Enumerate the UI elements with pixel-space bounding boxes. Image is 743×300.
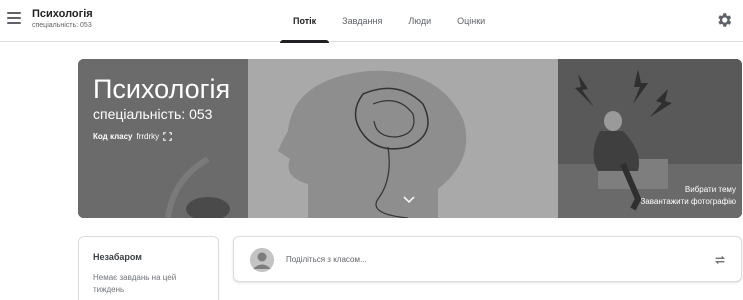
share-placeholder[interactable]: Поділіться з класом... — [286, 255, 367, 264]
tab-people[interactable]: Люди — [395, 0, 444, 42]
course-title: Психологія — [32, 8, 93, 20]
top-app-bar: Психологія спеціальність: 053 Потік Завд… — [0, 0, 743, 43]
tab-grades[interactable]: Оцінки — [444, 0, 498, 42]
banner-title: Психологія — [93, 74, 231, 104]
tab-bar: Потік Завдання Люди Оцінки — [280, 0, 498, 43]
share-with-class-box[interactable]: Поділіться з класом... — [233, 236, 742, 282]
class-code-label: Код класу — [93, 132, 133, 141]
avatar — [250, 248, 274, 272]
upcoming-empty-text: Немає завдань на цей тиждень — [93, 273, 177, 294]
repost-icon[interactable] — [713, 253, 727, 267]
chevron-down-icon[interactable] — [403, 196, 415, 204]
upcoming-card: Незабаром Немає завдань на цей тиждень — [78, 236, 219, 300]
choose-theme-link[interactable]: Вибрати тему — [685, 185, 736, 195]
tab-stream[interactable]: Потік — [280, 0, 330, 43]
class-code: Код класу frrdrky — [93, 132, 172, 141]
fullscreen-icon[interactable] — [163, 132, 172, 141]
hamburger-menu-icon[interactable] — [7, 12, 21, 26]
upload-photo-link[interactable]: Завантажити фотографію — [640, 197, 736, 207]
tab-classwork[interactable]: Завдання — [329, 0, 395, 42]
gear-icon[interactable] — [715, 11, 733, 29]
class-banner: Психологія спеціальність: 053 Код класу … — [78, 59, 742, 218]
class-code-value: frrdrky — [136, 132, 160, 141]
course-subtitle: спеціальність: 053 — [32, 22, 92, 29]
banner-subtitle: спеціальність: 053 — [93, 106, 213, 122]
upcoming-title: Незабаром — [93, 252, 142, 262]
course-heading[interactable]: Психологія спеціальність: 053 — [32, 8, 93, 31]
